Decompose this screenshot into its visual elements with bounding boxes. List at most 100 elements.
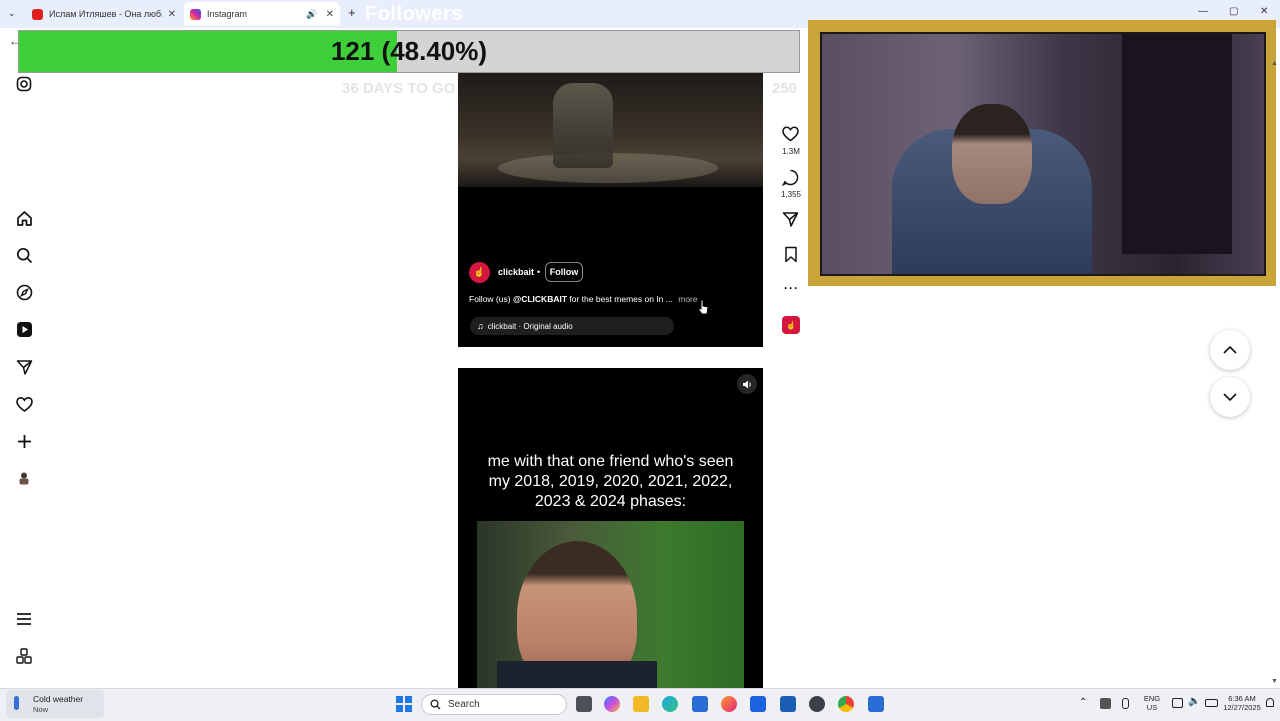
next-reel-button[interactable] xyxy=(1210,377,1250,417)
speaker-icon xyxy=(742,380,751,388)
instagram-favicon-icon xyxy=(190,8,201,20)
microphone-icon[interactable] xyxy=(1122,698,1129,709)
reel1-caption-handle[interactable]: @CLICKBAIT xyxy=(513,294,567,304)
reel1-share-icon[interactable] xyxy=(782,211,799,233)
webcam-feed xyxy=(820,32,1266,276)
keyboard-language-indicator[interactable]: ENG US xyxy=(1140,694,1164,712)
window-maximize-icon[interactable]: ▢ xyxy=(1229,6,1238,17)
reel1-comment-icon[interactable] xyxy=(781,169,799,191)
reel1-username-separator: • xyxy=(537,267,541,277)
reel1-audio-thumbnail[interactable]: ☝ xyxy=(782,316,800,334)
reel1-figure xyxy=(553,83,613,168)
weather-title: Cold weather xyxy=(33,694,84,704)
follower-goal-bar: 121 (48.40%) xyxy=(18,30,800,73)
music-note-icon: ♫ xyxy=(477,321,484,331)
network-icon[interactable] xyxy=(1172,698,1183,708)
reel1-username[interactable]: clickbait xyxy=(498,267,534,277)
taskbar-search-placeholder: Search xyxy=(448,699,480,710)
tab-audio-speaker-icon[interactable]: 🔊 xyxy=(306,9,317,20)
tab-instagram-close-icon[interactable]: ✕ xyxy=(326,9,334,20)
reel2-meme-photo xyxy=(477,521,744,691)
tab-youtube[interactable]: Ислам Итляшев - Она любила ✕ xyxy=(26,2,182,26)
copilot-icon[interactable] xyxy=(604,696,620,712)
taskbar-search-icon xyxy=(430,699,441,710)
reel1-author-avatar[interactable]: ☝ xyxy=(469,262,490,283)
create-plus-icon[interactable] xyxy=(14,431,34,451)
reel2-mute-toggle[interactable] xyxy=(737,374,757,394)
firefox-icon[interactable] xyxy=(721,696,737,712)
reel1-caption: Follow (us) @CLICKBAIT for the best meme… xyxy=(469,294,698,304)
edge-browser-icon[interactable] xyxy=(662,696,678,712)
tray-app-icon[interactable] xyxy=(1100,698,1111,709)
webcam-streamer-head xyxy=(952,104,1032,204)
language-top: ENG xyxy=(1143,694,1161,703)
dropbox-icon[interactable] xyxy=(750,696,766,712)
clock-time: 6:36 AM xyxy=(1228,694,1256,703)
scrollbar-up-arrow-icon[interactable]: ▲ xyxy=(1271,60,1278,67)
reel2-meme-text: me with that one friend who's seen my 20… xyxy=(487,453,734,510)
reel1-comment-count: 1,355 xyxy=(780,190,802,199)
microsoft-store-icon[interactable] xyxy=(692,696,708,712)
reel1-like-heart-icon[interactable] xyxy=(782,126,799,147)
instagram-logo-icon[interactable] xyxy=(14,74,34,94)
file-explorer-icon[interactable] xyxy=(633,696,649,712)
reel1-save-bookmark-icon[interactable] xyxy=(784,246,798,268)
volume-speaker-icon[interactable]: 🔈 xyxy=(1188,696,1200,707)
notifications-heart-icon[interactable] xyxy=(14,394,34,414)
tray-overflow-chevron-icon[interactable]: ⌃ xyxy=(1079,697,1087,708)
chrome-browser-icon[interactable] xyxy=(838,696,854,712)
reel1-audio-label: clickbait · Original audio xyxy=(487,321,573,331)
reel1-like-count: 1.3M xyxy=(782,147,800,156)
weather-widget[interactable]: Cold weather Now xyxy=(6,690,104,718)
tab-search-chevron-icon[interactable]: ⌄ xyxy=(8,8,16,19)
app-blue-icon[interactable] xyxy=(780,696,796,712)
obs-studio-icon[interactable] xyxy=(809,696,825,712)
chevron-up-icon xyxy=(1223,346,1237,354)
language-bottom: US xyxy=(1146,703,1158,712)
notification-bell-icon[interactable] xyxy=(1266,698,1274,707)
remote-desktop-icon[interactable] xyxy=(868,696,884,712)
clock-date: 12/27/2025 xyxy=(1223,703,1261,712)
window-minimize-icon[interactable]: — xyxy=(1198,6,1208,17)
window-close-icon[interactable]: ✕ xyxy=(1260,6,1268,17)
reel1-audio-pill[interactable]: ♫ clickbait · Original audio xyxy=(470,317,674,335)
messages-icon[interactable] xyxy=(14,357,34,377)
previous-reel-button[interactable] xyxy=(1210,330,1250,370)
task-view-icon[interactable] xyxy=(576,696,592,712)
reel1-follow-button[interactable]: Follow xyxy=(545,262,583,282)
new-tab-plus-icon[interactable]: + xyxy=(348,5,356,20)
scrollbar-down-arrow-icon[interactable]: ▼ xyxy=(1271,678,1278,685)
tab-youtube-close-icon[interactable]: ✕ xyxy=(168,9,176,20)
explore-icon[interactable] xyxy=(14,282,34,302)
thermometer-icon xyxy=(14,696,19,710)
more-menu-icon[interactable] xyxy=(14,609,34,629)
reel2-meme-suit xyxy=(497,661,657,691)
reels-icon[interactable] xyxy=(14,319,34,339)
followers-goal-title: Followers xyxy=(365,3,463,25)
taskbar-search-box[interactable]: Search xyxy=(421,694,567,715)
search-icon[interactable] xyxy=(14,245,34,265)
tab-instagram[interactable]: Instagram 🔊 ✕ xyxy=(184,2,340,26)
tab-youtube-title: Ислам Итляшев - Она любила xyxy=(49,9,162,19)
tab-instagram-title: Instagram xyxy=(207,9,248,19)
profile-avatar-icon[interactable] xyxy=(14,468,34,488)
goal-max-value: 250 xyxy=(772,80,798,97)
reel1-caption-prefix: Follow (us) xyxy=(469,294,513,304)
reel-video-1[interactable] xyxy=(458,73,763,347)
goal-days-left: 36 DAYS TO GO xyxy=(342,80,456,97)
home-icon[interactable] xyxy=(14,208,34,228)
system-clock[interactable]: 6:36 AM 12/27/2025 xyxy=(1222,694,1262,712)
follower-goal-text: 121 (48.40%) xyxy=(330,36,488,66)
mouse-pointer-icon xyxy=(698,299,709,320)
meta-apps-icon[interactable] xyxy=(14,646,34,666)
webcam-doorway xyxy=(1122,34,1232,254)
reel1-caption-rest: for the best memes on In ... xyxy=(567,294,673,304)
reel1-video-frame xyxy=(458,73,763,187)
reel1-caption-more-link[interactable]: more xyxy=(678,294,697,304)
weather-subtitle: Now xyxy=(33,705,49,714)
youtube-favicon-icon xyxy=(32,8,43,20)
start-button-windows-icon[interactable] xyxy=(396,696,412,712)
chevron-down-icon xyxy=(1223,393,1237,401)
reel1-more-options-icon[interactable]: ··· xyxy=(784,281,799,295)
battery-icon[interactable] xyxy=(1205,699,1218,707)
